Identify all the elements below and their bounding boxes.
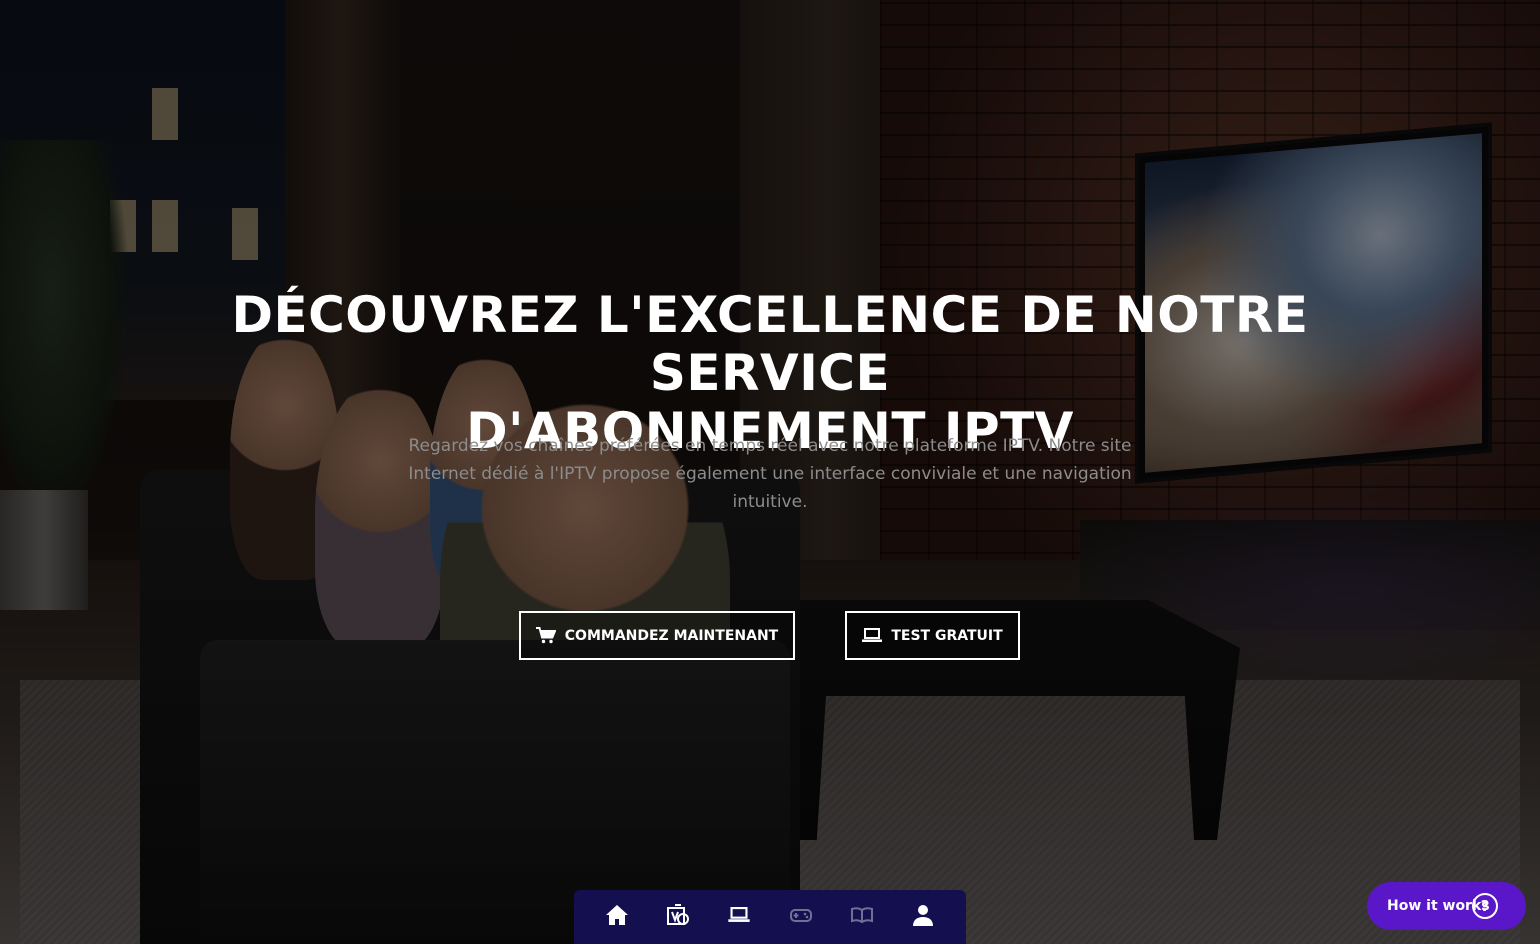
dock-guide-button[interactable] xyxy=(842,897,882,937)
vod-icon xyxy=(665,903,691,931)
bottom-dock-nav xyxy=(574,890,966,944)
dock-vod-button[interactable] xyxy=(658,897,698,937)
cart-icon xyxy=(535,627,556,644)
dock-devices-button[interactable] xyxy=(719,897,759,937)
hero-title-line-1: DÉCOUVREZ L'EXCELLENCE DE NOTRE SERVICE xyxy=(231,286,1309,402)
laptop-icon xyxy=(728,907,750,927)
free-trial-label: TEST GRATUIT xyxy=(891,627,1003,644)
dock-home-button[interactable] xyxy=(597,897,637,937)
book-icon xyxy=(850,907,873,927)
order-now-button[interactable]: COMMANDEZ MAINTENANT xyxy=(519,611,795,660)
home-icon xyxy=(605,904,629,930)
free-trial-button[interactable]: TEST GRATUIT xyxy=(845,611,1020,660)
question-icon: ? xyxy=(1472,893,1498,919)
dock-games-button[interactable] xyxy=(781,897,821,937)
order-now-label: COMMANDEZ MAINTENANT xyxy=(564,627,779,644)
hero-subtitle: Regardez vos chaînes préférées en temps … xyxy=(408,436,1132,512)
dock-account-button[interactable] xyxy=(903,897,943,937)
how-it-works-button[interactable]: How it works ? xyxy=(1367,882,1526,930)
user-icon xyxy=(913,904,934,930)
gamepad-icon xyxy=(789,907,812,927)
laptop-icon xyxy=(862,628,883,643)
